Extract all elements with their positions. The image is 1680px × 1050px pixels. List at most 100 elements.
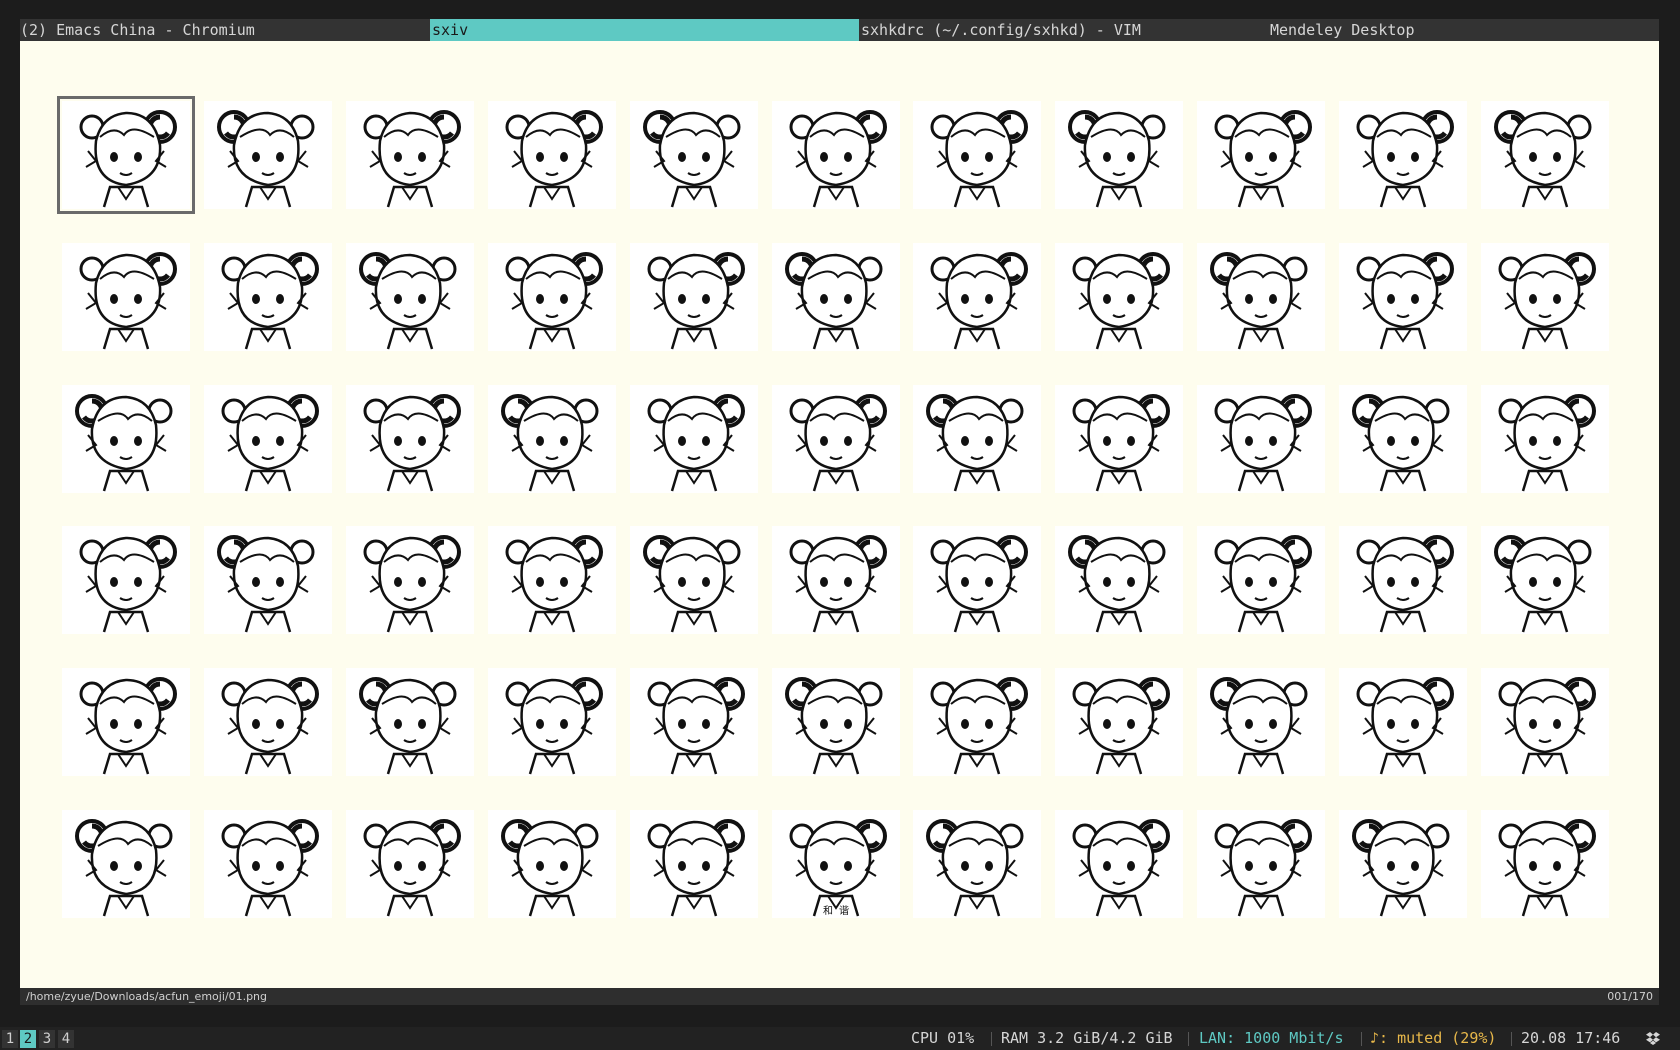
dropbox-icon[interactable] [1646, 1032, 1660, 1045]
thumbnail[interactable] [1481, 243, 1609, 351]
thumbnail[interactable] [204, 810, 332, 918]
thumbnail[interactable] [1339, 101, 1467, 209]
thumbnail[interactable] [346, 101, 474, 209]
thumbnail[interactable] [1339, 810, 1467, 918]
thumbnail[interactable] [62, 243, 190, 351]
thumbnail[interactable] [346, 668, 474, 776]
thumbnail[interactable] [913, 385, 1041, 493]
thumbnail[interactable] [1055, 668, 1183, 776]
sxiv-statusbar: /home/zyue/Downloads/acfun_emoji/01.png … [20, 988, 1659, 1005]
thumbnail[interactable] [630, 385, 758, 493]
thumbnail[interactable] [1339, 526, 1467, 634]
thumbnail[interactable] [1481, 668, 1609, 776]
thumbnail[interactable] [1197, 385, 1325, 493]
thumbnail[interactable] [630, 668, 758, 776]
thumbnail[interactable] [772, 385, 900, 493]
thumbnail[interactable] [1055, 526, 1183, 634]
chibi-girl-icon [1210, 252, 1308, 350]
thumbnail[interactable] [346, 526, 474, 634]
window-tab-sxiv[interactable]: sxiv [430, 19, 859, 41]
thumbnail[interactable] [204, 668, 332, 776]
chibi-girl-icon [1494, 535, 1592, 633]
chibi-girl-icon [359, 252, 457, 350]
thumbnail[interactable] [62, 810, 190, 918]
workspace-3[interactable]: 3 [39, 1030, 55, 1048]
thumbnail[interactable] [630, 810, 758, 918]
chibi-girl-icon [789, 110, 887, 208]
thumbnail[interactable] [772, 101, 900, 209]
thumbnail[interactable] [772, 243, 900, 351]
thumbnail[interactable] [346, 385, 474, 493]
thumbnail[interactable] [630, 526, 758, 634]
thumbnail[interactable] [1055, 385, 1183, 493]
window-tab-chromium[interactable]: (2) Emacs China - Chromium [20, 19, 400, 41]
thumbnail[interactable] [913, 668, 1041, 776]
thumbnail[interactable] [1055, 101, 1183, 209]
chibi-girl-icon [363, 535, 461, 633]
thumbnail[interactable] [346, 243, 474, 351]
thumbnail[interactable] [62, 385, 190, 493]
chibi-girl-icon [789, 535, 887, 633]
ram-indicator: RAM 3.2 GiB/4.2 GiB [1001, 1029, 1173, 1047]
chibi-girl-icon [647, 819, 745, 917]
thumbnail[interactable] [1197, 101, 1325, 209]
thumbnail[interactable] [488, 101, 616, 209]
thumbnail[interactable] [913, 101, 1041, 209]
thumbnail[interactable] [1197, 810, 1325, 918]
thumbnail[interactable] [346, 810, 474, 918]
workspace-2[interactable]: 2 [20, 1030, 36, 1048]
thumbnail[interactable] [488, 810, 616, 918]
thumbnail[interactable] [1339, 385, 1467, 493]
chibi-girl-icon [785, 252, 883, 350]
thumbnail[interactable] [630, 101, 758, 209]
chibi-girl-icon [505, 252, 603, 350]
thumbnail[interactable] [913, 526, 1041, 634]
thumbnail[interactable] [772, 526, 900, 634]
thumbnail[interactable] [488, 668, 616, 776]
thumbnail[interactable] [488, 526, 616, 634]
chibi-girl-icon [785, 677, 883, 775]
chibi-girl-icon [1356, 252, 1454, 350]
chibi-girl-icon [1072, 819, 1170, 917]
thumbnail[interactable] [488, 385, 616, 493]
chibi-girl-icon [1356, 677, 1454, 775]
thumbnail[interactable] [57, 96, 195, 214]
thumbnail[interactable] [1197, 668, 1325, 776]
thumbnail[interactable] [1339, 243, 1467, 351]
chibi-girl-icon [359, 677, 457, 775]
workspace-4[interactable]: 4 [58, 1030, 74, 1048]
thumbnail[interactable] [913, 243, 1041, 351]
thumbnail[interactable] [1481, 810, 1609, 918]
workspace-1[interactable]: 1 [2, 1030, 18, 1048]
thumbnail[interactable] [1055, 243, 1183, 351]
thumbnail[interactable] [62, 668, 190, 776]
thumbnail[interactable] [488, 243, 616, 351]
thumbnail[interactable] [913, 810, 1041, 918]
thumbnail[interactable] [62, 526, 190, 634]
chibi-girl-icon [1494, 110, 1592, 208]
window-tab-vim[interactable]: sxhkdrc (~/.config/sxhkd) - VIM [861, 19, 1261, 41]
thumbnail[interactable] [1197, 243, 1325, 351]
thumbnail[interactable] [204, 243, 332, 351]
thumbnail[interactable] [1481, 385, 1609, 493]
chibi-girl-icon [217, 110, 315, 208]
thumbnail[interactable] [1197, 526, 1325, 634]
thumbnail[interactable] [630, 243, 758, 351]
window-tab-mendeley[interactable]: Mendeley Desktop [1270, 19, 1570, 41]
chibi-girl-icon [1068, 110, 1166, 208]
thumbnail[interactable] [204, 526, 332, 634]
chibi-girl-icon [1498, 819, 1596, 917]
thumbnail[interactable]: 和 谐 [772, 810, 900, 918]
thumbnail[interactable] [1055, 810, 1183, 918]
thumbnail[interactable] [1481, 101, 1609, 209]
chibi-girl-icon [75, 394, 173, 492]
cpu-indicator: CPU 01% [911, 1029, 975, 1047]
thumbnail[interactable] [204, 101, 332, 209]
thumbnail[interactable] [204, 385, 332, 493]
chibi-girl-icon [1214, 819, 1312, 917]
volume-indicator[interactable]: ♪: muted (29%) [1370, 1027, 1496, 1050]
thumbnail[interactable] [772, 668, 900, 776]
thumbnail[interactable] [1339, 668, 1467, 776]
chibi-girl-icon [79, 110, 177, 208]
thumbnail[interactable] [1481, 526, 1609, 634]
